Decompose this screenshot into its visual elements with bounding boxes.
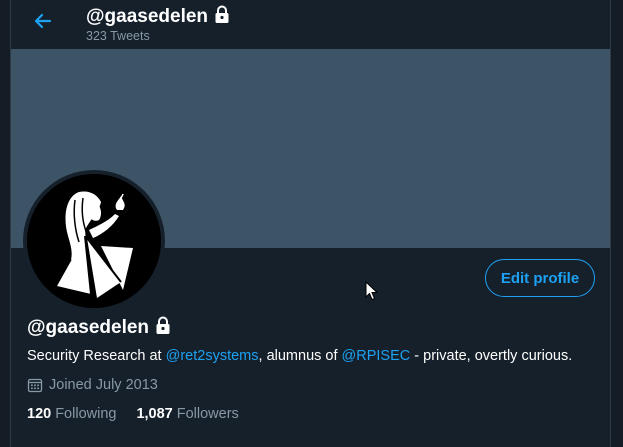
- right-gutter: [610, 0, 623, 447]
- following-count: 120: [27, 406, 52, 422]
- edit-profile-button[interactable]: Edit profile: [485, 259, 595, 297]
- calendar-icon: [27, 377, 43, 393]
- bio-text-2: , alumnus of: [258, 348, 342, 364]
- followers-link[interactable]: 1,087 Followers: [136, 406, 238, 422]
- bio-text-1: Security Research at: [27, 348, 166, 364]
- display-name-text: @gaasedelen: [27, 317, 150, 338]
- profile-header-bar: @gaasedelen 323 Tweets: [11, 0, 610, 49]
- following-link[interactable]: 120 Following: [27, 406, 116, 422]
- follow-stats: 120 Following 1,087 Followers: [27, 406, 259, 422]
- left-gutter: [0, 0, 11, 447]
- arrow-left-icon: [34, 13, 52, 29]
- display-name: @gaasedelen: [27, 315, 173, 341]
- bio-link-ret2systems[interactable]: @ret2systems: [166, 348, 259, 364]
- followers-count: 1,087: [136, 406, 173, 422]
- back-button[interactable]: [29, 7, 57, 35]
- bio-link-rpisec[interactable]: @RPISEC: [342, 348, 411, 364]
- header-handle: @gaasedelen: [86, 6, 209, 27]
- followers-label: Followers: [176, 406, 239, 422]
- tweet-count: 323 Tweets: [86, 29, 150, 43]
- following-label: Following: [55, 406, 117, 422]
- lock-icon: [212, 4, 232, 30]
- avatar[interactable]: [23, 170, 165, 312]
- bio-text-3: - private, overtly curious.: [410, 348, 573, 364]
- profile-bio: Security Research at @ret2systems, alumn…: [27, 348, 572, 364]
- profile-page: @gaasedelen 323 Tweets Edit profile @gaa…: [0, 0, 623, 447]
- join-date: Joined July 2013: [27, 377, 158, 393]
- lock-icon: [153, 315, 173, 341]
- mouse-cursor-icon: [365, 281, 379, 301]
- join-date-text: Joined July 2013: [49, 377, 158, 393]
- avatar-image: [27, 174, 161, 308]
- header-title: @gaasedelen: [86, 4, 232, 30]
